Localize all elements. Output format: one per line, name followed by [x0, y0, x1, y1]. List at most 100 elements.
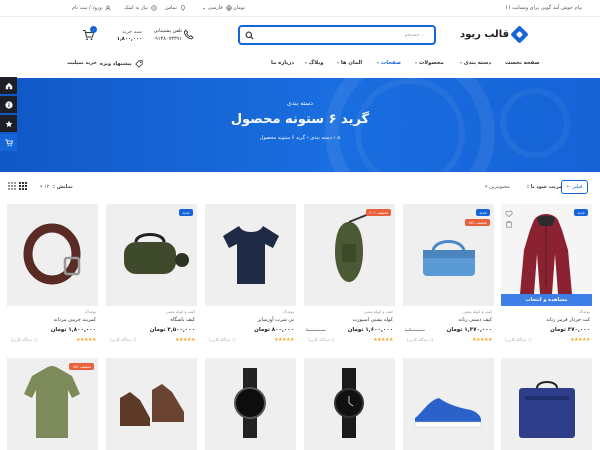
nav-item-pages[interactable]: ▾ صفحات — [375, 60, 401, 66]
show-count-select[interactable]: ▾ ۱۲ — [40, 184, 49, 190]
support-icon — [151, 5, 157, 11]
product-category: پوشاک — [578, 309, 590, 314]
support-number: ۰۹۱۳۸۰۷۳۳۹۱ — [152, 36, 182, 42]
search-box[interactable]: جستجو ... — [238, 25, 436, 45]
nav-item-products[interactable]: ▾ محصولات — [413, 60, 444, 66]
nav-item-home[interactable]: صفحه نخست — [505, 60, 540, 66]
nav-label: المان ها — [340, 60, 363, 66]
product-image[interactable] — [501, 358, 592, 450]
special-offer-label: پیشنهاد ویژه — [100, 61, 132, 67]
support-label: تلفن پشتیبانی — [153, 28, 182, 34]
page-hero-banner: دسته بندی گرید ۶ ستونه محصول ⌂ › دسته بن… — [0, 78, 600, 172]
show-count-label: نمایش : — [53, 184, 73, 190]
sling-bag-image — [335, 213, 370, 282]
filter-button[interactable]: ⇠ فیلتر — [561, 180, 588, 194]
review-count: (۱ دیدگاه کاربر) — [407, 337, 434, 342]
product-category: پوشاک — [282, 309, 294, 314]
breadcrumb[interactable]: ⌂ › دسته بندی › گرید ۶ ستونه محصول — [0, 135, 600, 141]
login-link[interactable]: ورود / ثبت نام — [72, 5, 111, 11]
nav-item-elements[interactable]: ▾ المان ها — [335, 60, 362, 66]
product-image[interactable]: جدید — [106, 204, 197, 306]
home-float-button[interactable] — [0, 77, 17, 94]
nav-item-categories[interactable]: ▾ دسته بندی — [458, 60, 491, 66]
product-image[interactable] — [7, 204, 98, 306]
product-name[interactable]: تی شرت آورسایز — [258, 317, 294, 323]
compare-icon[interactable] — [505, 220, 513, 228]
login-label: ورود / ثبت نام — [72, 5, 102, 11]
product-name[interactable]: کیف دستی زنانه — [458, 317, 492, 323]
discount-badge: ۲۰٪ تخفیف — [366, 209, 391, 216]
floating-sidebar — [0, 77, 17, 153]
rating-stars: ★★★★★ — [76, 337, 96, 343]
quick-view-button[interactable]: مشاهده و انتخاب — [501, 294, 592, 306]
favorites-float-button[interactable] — [0, 115, 17, 132]
contact-link[interactable]: تماس — [165, 5, 186, 11]
view-switcher — [8, 182, 27, 190]
nav-item-blog[interactable]: ▾ وبلاگ — [303, 60, 324, 66]
language-label: فارسی — [208, 5, 223, 11]
product-image[interactable] — [106, 358, 197, 450]
sort-select[interactable]: ▾ محبوبترین — [485, 184, 510, 190]
nav-item-about[interactable]: درباره ما — [271, 60, 294, 66]
tshirt-image — [223, 226, 279, 284]
product-image[interactable]: ۱۵٪ تخفیف — [7, 358, 98, 450]
product-name[interactable]: کوله پشتی اسپورت — [352, 317, 393, 323]
nav-label: دسته بندی — [463, 60, 492, 66]
info-float-button[interactable] — [0, 96, 17, 113]
product-category: کیف و کوله پشتی — [165, 309, 195, 314]
product-name[interactable]: کمربند چرمی مردانه — [53, 317, 96, 323]
product-price: ۱,۳۷۰,۰۰۰ تومان — [446, 327, 492, 333]
support-info: تلفن پشتیبانی ۰۹۱۳۸۰۷۳۳۹۱ — [138, 28, 182, 42]
cart-icon — [4, 138, 13, 146]
product-price: ۱,۸۰۰,۰۰۰ تومان — [50, 327, 96, 333]
product-image[interactable]: جدید ۱۵٪ تخفیف — [403, 204, 494, 306]
buy-theme-link[interactable]: خرید تمپلیت — [67, 60, 97, 66]
page-title: گرید ۶ ستونه محصول — [230, 112, 370, 127]
rating-stars: ★★★★★ — [472, 337, 492, 343]
product-image[interactable] — [205, 358, 296, 450]
product-price: ۱,۶۰۰,۰۰۰ تومان — [347, 327, 393, 333]
shop-toolbar: ⇠ فیلتر مرتب شود با : ▾ محبوبترین نمایش … — [0, 179, 600, 197]
grid-view-icon[interactable] — [8, 182, 16, 190]
cart-float-button[interactable] — [0, 134, 17, 151]
sort-label: مرتب شود با : — [527, 184, 562, 190]
home-icon — [5, 82, 12, 89]
product-image[interactable]: جدید مشاهده و انتخاب — [501, 204, 592, 306]
discount-badge: ۱۵٪ تخفیف — [69, 363, 94, 370]
help-link[interactable]: نیاز به کمک — [124, 5, 157, 11]
nav-label: صفحه نخست — [505, 60, 540, 66]
grid-dense-view-icon[interactable] — [19, 182, 27, 190]
site-logo[interactable]: قالب ریود — [460, 25, 529, 44]
shirt-image — [24, 366, 80, 438]
cart-total: ۱,۸۰۰,۰۰۰ — [116, 36, 142, 42]
product-name[interactable]: کت خزدار قرمز زنانه — [546, 317, 590, 323]
old-price: ۲,۰۰۰,۰۰۰ — [306, 328, 326, 333]
search-input[interactable]: جستجو ... — [405, 32, 426, 38]
rating-stars: ★★★★★ — [570, 337, 590, 343]
language-select[interactable]: ▾ فارسی — [203, 5, 232, 11]
chevron-down-icon: ▾ — [415, 60, 418, 65]
product-name[interactable]: کیف باشگاه — [170, 317, 195, 323]
special-offer-link[interactable]: پیشنهاد ویژه — [100, 60, 143, 68]
welcome-text: پیام خوش آمد گویی برای وبسایت ا ا — [506, 5, 582, 11]
cart-label: سبد خرید — [122, 29, 142, 35]
review-count: (۱ دیدگاه کاربر) — [110, 337, 137, 342]
watch-image — [234, 368, 266, 438]
product-image[interactable] — [403, 358, 494, 450]
product-image[interactable] — [304, 358, 395, 450]
rating-stars: ★★★★★ — [175, 337, 195, 343]
main-nav: صفحه نخست ▾ دسته بندی ▾ محصولات ▾ صفحات … — [0, 55, 600, 75]
phone-icon — [183, 29, 194, 40]
product-price: ۸۰۰,۰۰۰ تومان — [254, 327, 294, 333]
filter-label: فیلتر — [572, 184, 583, 190]
nav-label: محصولات — [418, 60, 444, 66]
product-image[interactable] — [205, 204, 296, 306]
gym-bag-image — [124, 233, 189, 274]
user-icon — [105, 5, 111, 11]
chevron-down-icon: ▾ — [337, 60, 340, 65]
search-icon[interactable] — [245, 31, 254, 40]
heart-icon[interactable] — [505, 210, 513, 218]
chevron-down-icon: ▾ — [203, 5, 206, 11]
new-badge: جدید — [476, 209, 490, 216]
product-image[interactable]: ۲۰٪ تخفیف — [304, 204, 395, 306]
